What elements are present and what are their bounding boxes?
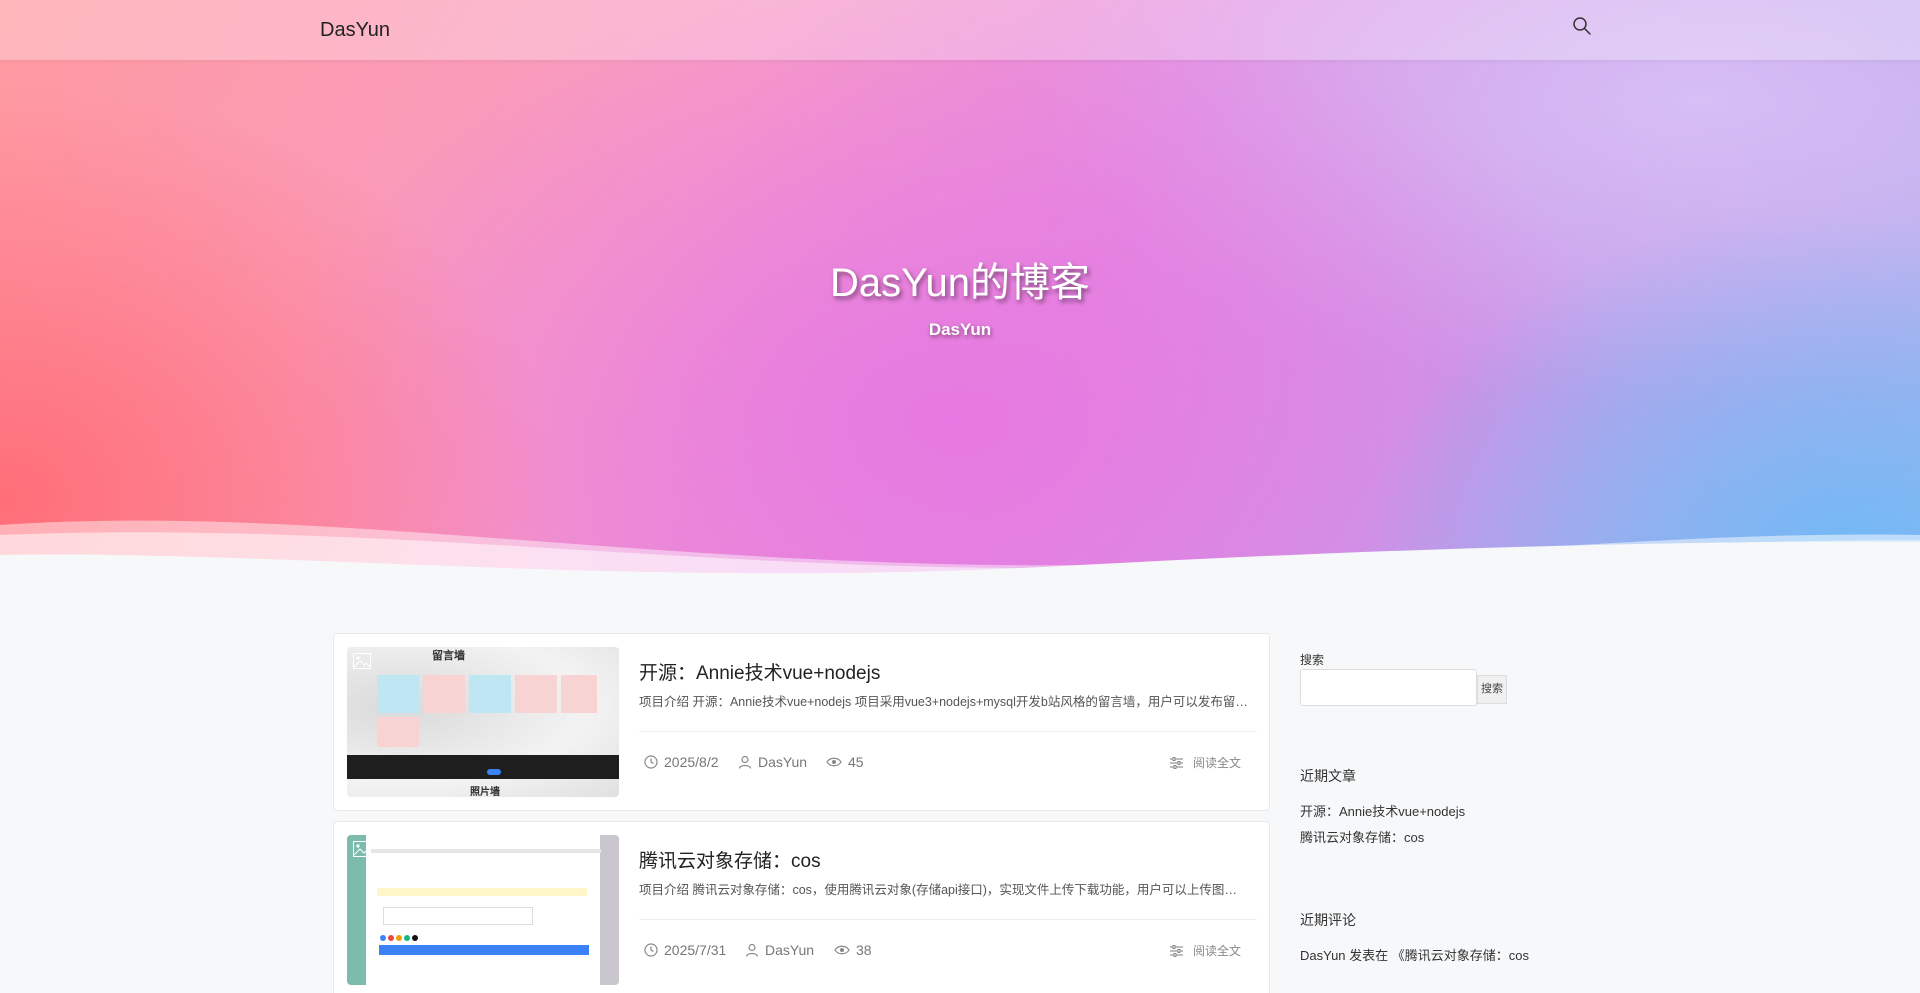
image-icon [353, 841, 371, 857]
read-more-text: 阅读全文 [1192, 944, 1241, 958]
thumb-input [383, 907, 533, 925]
image-icon [353, 653, 371, 669]
sidebar-search-input[interactable] [1300, 669, 1477, 706]
read-more-link[interactable]: 阅读全文 [1169, 942, 1241, 959]
post-author[interactable]: DasYun [745, 942, 814, 958]
post-views-text: 38 [856, 942, 872, 958]
post-card: 留言墙 照片墙 开源：Annie技术vue+nodejs 项目介绍 开源：Ann… [333, 633, 1270, 811]
eye-icon [834, 945, 850, 955]
clock-icon [644, 755, 658, 769]
post-date: 2025/7/31 [644, 942, 726, 958]
hero-banner: DasYun的博客 DasYun [0, 0, 1920, 600]
recent-post-link[interactable]: 腾讯云对象存储：cos [1300, 827, 1424, 846]
post-views-text: 45 [848, 754, 864, 770]
post-divider [639, 919, 1257, 920]
thumb-heading-top: 留言墙 [432, 650, 465, 662]
post-date-text: 2025/7/31 [664, 942, 727, 958]
thumb-submit-bar [379, 945, 589, 955]
eye-icon [826, 757, 842, 767]
clock-icon [644, 943, 658, 957]
post-divider [639, 731, 1257, 732]
read-more-link[interactable]: 阅读全文 [1169, 754, 1241, 771]
post-excerpt: 项目介绍 腾讯云对象存储：cos，使用腾讯云对象(存储api接口)，实现文件上传… [639, 883, 1249, 897]
user-icon [745, 943, 759, 957]
post-card: 腾讯云对象存储：cos 项目介绍 腾讯云对象存储：cos，使用腾讯云对象(存储a… [333, 821, 1270, 993]
thumb-color-dots [380, 935, 420, 941]
top-navbar: DasYun [0, 0, 1920, 60]
sliders-icon [1169, 756, 1183, 769]
post-date: 2025/8/2 [644, 754, 719, 770]
thumb-notice [377, 888, 587, 896]
recent-comments-heading: 近期评论 [1300, 912, 1356, 928]
post-thumbnail[interactable]: 留言墙 照片墙 [347, 647, 619, 797]
thumb-header-line [371, 849, 601, 853]
post-excerpt: 项目介绍 开源：Annie技术vue+nodejs 项目采用vue3+nodej… [639, 695, 1249, 709]
post-views: 45 [826, 754, 864, 770]
post-views: 38 [834, 942, 872, 958]
recent-comment-item[interactable]: DasYun 发表在 《腾讯云对象存储：cos [1300, 945, 1529, 964]
post-title[interactable]: 腾讯云对象存储：cos [639, 846, 821, 873]
brand-link[interactable]: DasYun [320, 19, 390, 42]
site-title: DasYun的博客 [829, 261, 1091, 305]
post-thumbnail[interactable] [347, 835, 619, 985]
recent-post-link[interactable]: 开源：Annie技术vue+nodejs [1300, 801, 1465, 820]
thumb-notes-grid [377, 675, 597, 747]
thumb-heading-bottom: 照片墙 [470, 787, 500, 797]
post-author[interactable]: DasYun [738, 754, 807, 770]
sliders-icon [1169, 944, 1183, 957]
search-icon [1573, 17, 1591, 35]
user-icon [738, 755, 752, 769]
hero-wave [0, 520, 1920, 600]
sidebar-search-button[interactable]: 搜索 [1477, 675, 1507, 704]
thumb-dark-bar [347, 755, 619, 779]
post-title[interactable]: 开源：Annie技术vue+nodejs [639, 658, 880, 685]
search-button[interactable] [1572, 16, 1596, 40]
read-more-text: 阅读全文 [1192, 756, 1241, 770]
search-widget-label: 搜索 [1300, 653, 1325, 667]
recent-posts-heading: 近期文章 [1300, 768, 1356, 784]
post-author-text: DasYun [758, 754, 808, 770]
post-author-text: DasYun [765, 942, 815, 958]
site-subtitle: DasYun [928, 320, 992, 339]
post-date-text: 2025/8/2 [664, 754, 719, 770]
